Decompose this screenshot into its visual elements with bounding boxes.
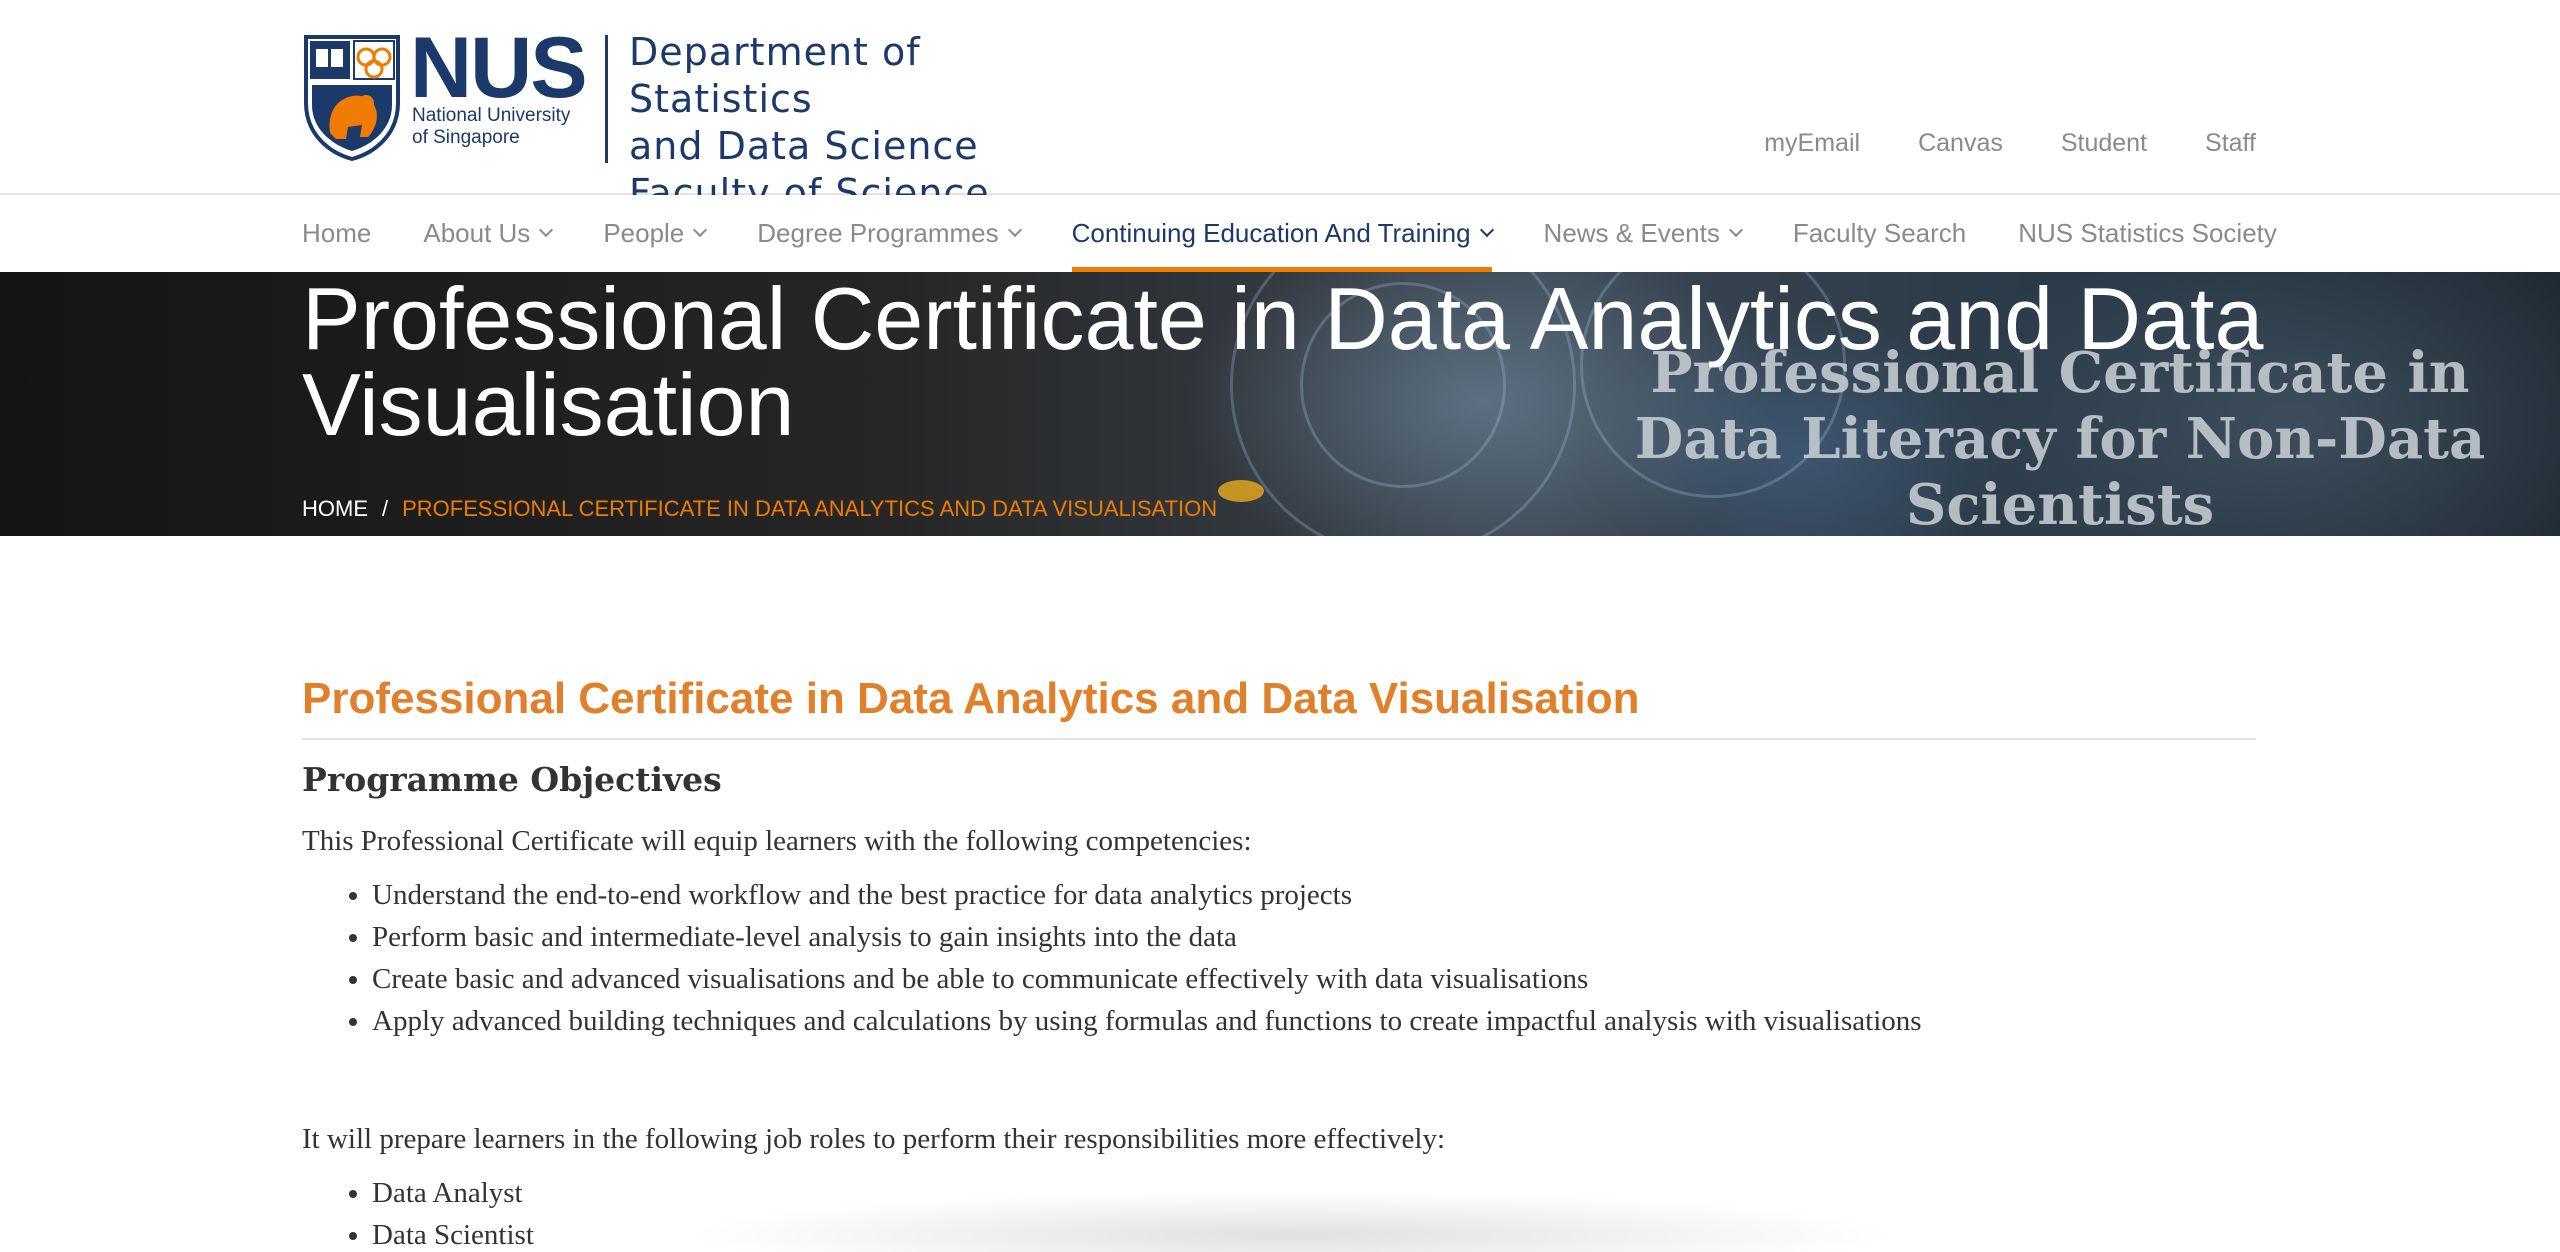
nus-subtitle: National University of Singapore bbox=[412, 105, 570, 149]
department-name: Department of Statistics and Data Scienc… bbox=[629, 29, 1072, 217]
nav-label: Degree Programmes bbox=[757, 218, 999, 248]
chevron-down-icon bbox=[1007, 222, 1022, 237]
nav-item-faculty-search[interactable]: Faculty Search bbox=[1793, 195, 1966, 272]
nav-item-statistics-society[interactable]: NUS Statistics Society bbox=[2018, 195, 2277, 272]
nav-list: Home About Us People Degree Programmes C… bbox=[302, 195, 2329, 272]
nav-label: People bbox=[603, 218, 685, 248]
nav-label: NUS Statistics Society bbox=[2018, 218, 2277, 248]
nav-item-continuing-education[interactable]: Continuing Education And Training bbox=[1071, 195, 1494, 272]
list-item: Perform basic and intermediate-level ana… bbox=[372, 916, 2256, 958]
link-canvas[interactable]: Canvas bbox=[1918, 129, 2003, 158]
main-content: Professional Certificate in Data Analyti… bbox=[302, 668, 2256, 1252]
nus-logo[interactable]: NUS National University of Singapore Dep… bbox=[302, 25, 1072, 215]
nav-label: Home bbox=[302, 218, 372, 248]
banner-decor-dot bbox=[1218, 480, 1264, 502]
chevron-down-icon bbox=[1728, 222, 1743, 237]
breadcrumb: HOME / PROFESSIONAL CERTIFICATE IN DATA … bbox=[302, 496, 1217, 522]
breadcrumb-separator: / bbox=[382, 496, 389, 521]
chevron-down-icon bbox=[1479, 222, 1494, 237]
nav-item-people[interactable]: People bbox=[603, 195, 708, 272]
nus-subtitle-line1: National University bbox=[412, 105, 571, 126]
nus-subtitle-line2: of Singapore bbox=[412, 127, 520, 148]
nav-item-about-us[interactable]: About Us bbox=[423, 195, 554, 272]
page-banner: Professional Certificate in Data Literac… bbox=[0, 272, 2560, 536]
page-title: Professional Certificate in Data Analyti… bbox=[302, 272, 2264, 454]
utility-links: myEmail Canvas Student Staff bbox=[1764, 129, 2256, 158]
nus-wordmark: NUS bbox=[410, 20, 588, 116]
link-student[interactable]: Student bbox=[2061, 129, 2147, 158]
dept-line2: and Data Science bbox=[629, 124, 979, 168]
list-item: Understand the end-to-end workflow and t… bbox=[372, 874, 2256, 916]
link-myemail[interactable]: myEmail bbox=[1764, 129, 1860, 158]
list-item: Create basic and advanced visualisations… bbox=[372, 958, 2256, 1000]
nav-label: About Us bbox=[423, 218, 531, 248]
nav-label: News & Events bbox=[1543, 218, 1720, 248]
page: NUS National University of Singapore Dep… bbox=[0, 0, 2560, 1252]
list-item: Apply advanced building techniques and c… bbox=[372, 1000, 2256, 1042]
nav-label: Continuing Education And Training bbox=[1071, 218, 1471, 248]
content-heading: Professional Certificate in Data Analyti… bbox=[302, 668, 2256, 740]
chevron-down-icon bbox=[693, 222, 708, 237]
link-staff[interactable]: Staff bbox=[2205, 129, 2256, 158]
breadcrumb-current: PROFESSIONAL CERTIFICATE IN DATA ANALYTI… bbox=[402, 496, 1218, 521]
nav-item-degree-programmes[interactable]: Degree Programmes bbox=[757, 195, 1022, 272]
intro-paragraph: This Professional Certificate will equip… bbox=[302, 825, 1252, 857]
competencies-list: Understand the end-to-end workflow and t… bbox=[302, 874, 2256, 1042]
nav-item-home[interactable]: Home bbox=[302, 195, 371, 272]
logo-divider bbox=[605, 35, 608, 163]
nav-label: Faculty Search bbox=[1792, 218, 1967, 248]
nav-item-news-events[interactable]: News & Events bbox=[1543, 195, 1743, 272]
breadcrumb-home[interactable]: HOME bbox=[302, 496, 368, 522]
chevron-down-icon bbox=[539, 222, 554, 237]
main-nav: Home About Us People Degree Programmes C… bbox=[0, 195, 2560, 272]
section-heading: Programme Objectives bbox=[302, 760, 722, 799]
nus-crest-icon bbox=[304, 35, 400, 161]
site-header: NUS National University of Singapore Dep… bbox=[0, 0, 2560, 215]
dept-line1: Department of Statistics bbox=[629, 30, 921, 121]
roles-paragraph: It will prepare learners in the followin… bbox=[302, 1123, 1446, 1155]
